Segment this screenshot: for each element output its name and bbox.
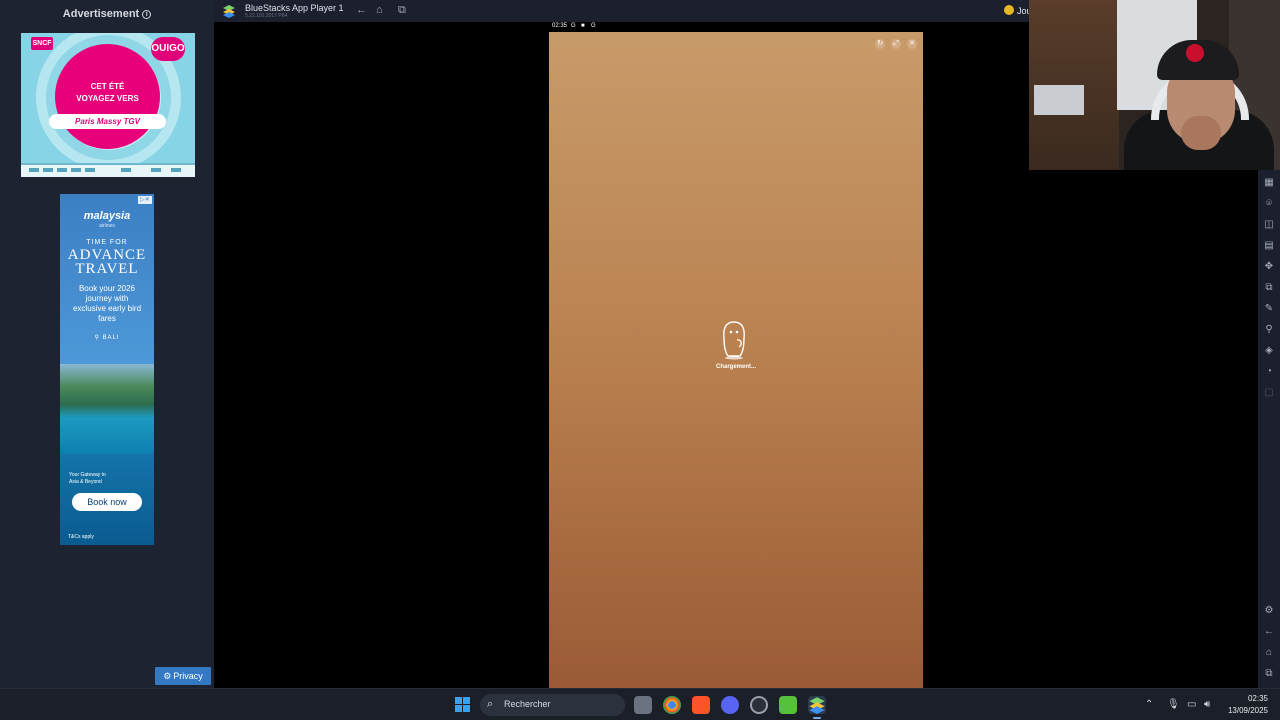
clock-time[interactable]: 02:35: [1236, 694, 1268, 703]
eco-mode-icon[interactable]: ◔: [1262, 365, 1276, 379]
back-icon[interactable]: ←: [356, 5, 367, 16]
taskbar-search[interactable]: ⌕ Rechercher: [480, 694, 625, 716]
search-placeholder: Rechercher: [504, 699, 551, 709]
bluestacks-logo-icon: [223, 5, 235, 18]
malaysia-airlines-ad[interactable]: ▷✕ malaysia airlines TIME FOR ADVANCE TR…: [60, 194, 154, 545]
ad-headline-1: TIME FOR: [86, 239, 128, 246]
game-center-link[interactable]: Jou: [1004, 5, 1032, 16]
controls-icon[interactable]: ✥: [1262, 260, 1276, 274]
green-app-icon[interactable]: [779, 696, 797, 714]
adchoices-icon[interactable]: ▷✕: [138, 196, 152, 204]
expand-icon[interactable]: ⤢: [891, 39, 901, 49]
ad-tagline: CET ÉTÉ VOYAGEZ VERS: [55, 81, 160, 105]
screenshot-icon[interactable]: ⌾: [1262, 197, 1276, 211]
phone-status-bar: 02:35 G ■ G: [549, 22, 923, 32]
coin-icon: [1004, 5, 1014, 15]
window-version: 5.22.101.2017 P64: [245, 13, 288, 19]
google-icon: G: [591, 23, 596, 29]
windows-start-icon[interactable]: [455, 697, 471, 713]
obs-icon[interactable]: [750, 696, 768, 714]
phone-screen[interactable]: ↻ ⤢ ✕ Chargement...: [549, 32, 923, 688]
streamer-hand: [1181, 116, 1221, 150]
more-icon[interactable]: ▢: [1262, 386, 1276, 400]
ad-tagline-line1: CET ÉTÉ: [90, 82, 125, 91]
volume-icon[interactable]: 🔊︎: [1204, 699, 1210, 710]
ad-gateway: Your Gateway to Asia & Beyond: [69, 472, 106, 485]
book-now-button[interactable]: Book now: [72, 493, 142, 511]
ouigo-ad[interactable]: SNCF OUIGO CET ÉTÉ VOYAGEZ VERS Paris Ma…: [21, 33, 195, 177]
brave-icon[interactable]: [692, 696, 710, 714]
webcam-overlay: [1029, 0, 1280, 170]
ad-location-label: BALI: [102, 335, 120, 341]
performance-icon[interactable]: ▦: [1262, 176, 1276, 190]
ad-terms: T&Cs apply: [68, 534, 94, 540]
back-icon[interactable]: ←: [1262, 625, 1276, 639]
phone-time: 02:35: [552, 23, 568, 29]
info-icon[interactable]: i: [142, 10, 152, 19]
close-icon[interactable]: ✕: [907, 39, 917, 49]
gear-icon: ⚙: [163, 671, 172, 681]
task-view-icon[interactable]: [634, 696, 652, 714]
windows-taskbar: ⌕ Rechercher ⌃ 🎙︎ ▭ 🔊︎ 02:35 13/09/2025: [0, 688, 1280, 720]
ad-location: ⚲ BALI: [94, 335, 120, 341]
ouigo-logo: OUIGO: [151, 37, 185, 61]
ad-headline-travel: TRAVEL: [75, 261, 139, 277]
ad-header-label: Advertisement: [62, 8, 140, 20]
chevron-up-icon[interactable]: ⌃: [1145, 699, 1153, 710]
privacy-label: Privacy: [173, 671, 203, 681]
record-icon[interactable]: ◫: [1262, 218, 1276, 232]
sncf-logo: SNCF: [31, 37, 53, 50]
display-icon[interactable]: ▭: [1187, 699, 1196, 710]
chrome-icon[interactable]: [663, 696, 681, 714]
layers-icon[interactable]: ◈: [1262, 344, 1276, 358]
malaysia-logo: malaysia: [83, 210, 131, 222]
malaysia-logo-sub: airlines: [99, 223, 115, 229]
ad-body: Book your 2026 journey with exclusive ea…: [72, 284, 142, 323]
desktop: Advertisement i SNCF OUIGO CET ÉTÉ VOYAGE…: [0, 0, 1280, 720]
ad-destination: Paris Massy TGV: [49, 114, 166, 129]
multi-instance-icon[interactable]: ⧉: [1262, 281, 1276, 295]
home-icon[interactable]: ⌂: [376, 5, 383, 16]
clock-date[interactable]: 13/09/2025: [1224, 706, 1268, 715]
location-icon[interactable]: ⚲: [1262, 323, 1276, 337]
ad-tagline-line2: VOYAGEZ VERS: [76, 94, 139, 103]
microphone-icon[interactable]: 🎙︎: [1167, 699, 1180, 710]
ad-headline-2: ADVANCE TRAVEL: [60, 247, 154, 277]
train-illustration: [21, 163, 195, 177]
bluestacks-icon: [809, 697, 825, 714]
bluestacks-sidebar: ▦ ⌾ ◫ ▤ ✥ ⧉ ✎ ⚲ ◈ ◔ ▢ ⚙ ← ⌂ ⧉: [1258, 170, 1280, 688]
discord-icon[interactable]: [721, 696, 739, 714]
loading-text: Chargement...: [715, 364, 756, 370]
home-icon[interactable]: ⌂: [1262, 646, 1276, 660]
macro-icon[interactable]: ✎: [1262, 302, 1276, 316]
ad-headline-advance: ADVANCE: [67, 247, 147, 263]
recent-apps-icon[interactable]: ⧉: [398, 5, 406, 16]
privacy-button[interactable]: ⚙ Privacy: [155, 667, 211, 685]
media-icon[interactable]: ▤: [1262, 239, 1276, 253]
google-icon: G: [571, 23, 576, 29]
recent-apps-icon[interactable]: ⧉: [1262, 667, 1276, 681]
loading-mascot-icon: [723, 321, 745, 360]
bali-photo: [60, 364, 154, 454]
cap-logo: [1186, 44, 1204, 62]
settings-icon[interactable]: ⚙: [1262, 604, 1276, 618]
notification-icon: ■: [581, 23, 585, 29]
ad-panel: Advertisement i SNCF OUIGO CET ÉTÉ VOYAGE…: [0, 0, 214, 688]
refresh-icon[interactable]: ↻: [875, 39, 885, 49]
window-title: BlueStacks App Player 1: [245, 3, 344, 13]
bluestacks-taskbar-icon[interactable]: [808, 696, 826, 719]
search-icon: ⌕: [487, 698, 494, 710]
ad-header: Advertisement i: [0, 8, 214, 20]
